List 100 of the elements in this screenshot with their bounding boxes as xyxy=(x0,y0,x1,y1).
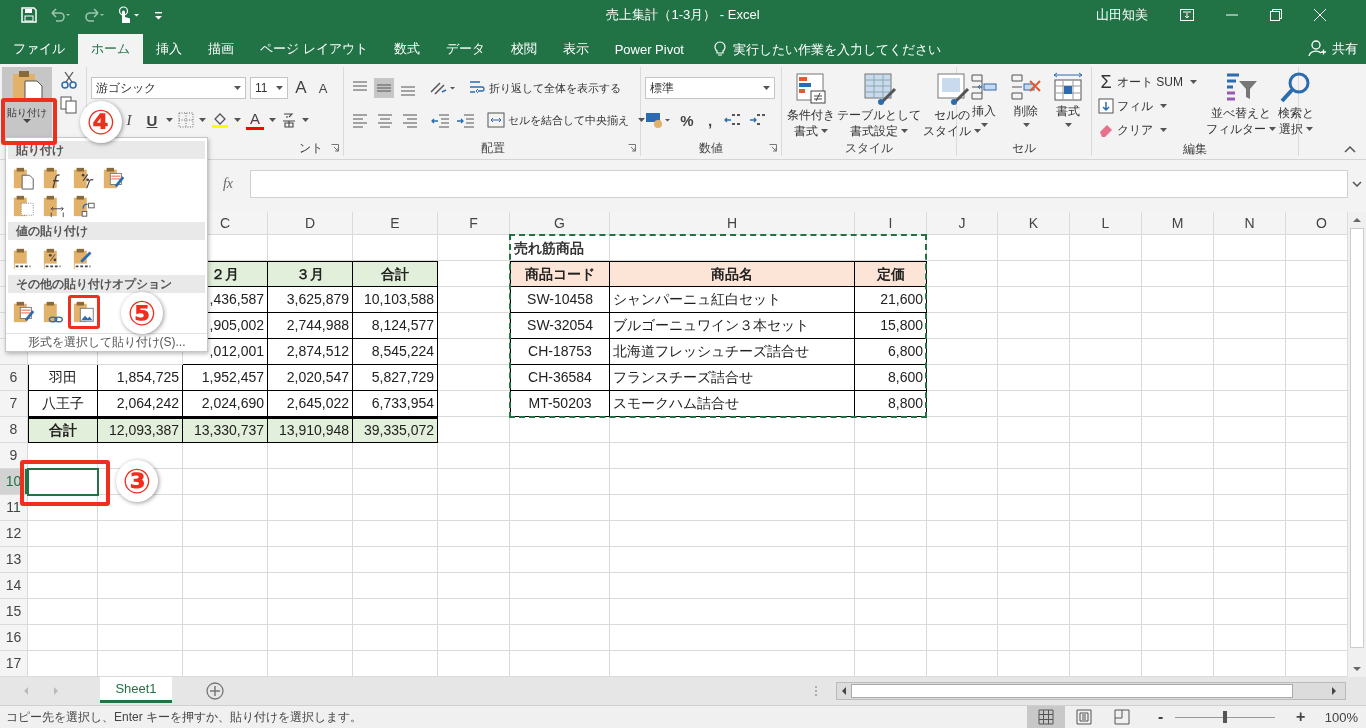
ribbon-tab[interactable]: ファイル xyxy=(0,34,78,64)
fill-color-icon[interactable] xyxy=(211,111,229,129)
cells-button[interactable]: 書式 xyxy=(1050,67,1086,127)
grow-font-button[interactable]: A xyxy=(292,78,310,98)
dialog-launcher-icon[interactable] xyxy=(331,144,339,152)
paste-option-button[interactable] xyxy=(12,193,36,219)
row-header[interactable]: 12 xyxy=(0,521,27,546)
column-header[interactable]: J xyxy=(927,212,997,234)
style-button[interactable]: テーブルとして 書式設定 xyxy=(837,67,921,139)
redo-icon[interactable] xyxy=(83,7,105,23)
column-header[interactable]: F xyxy=(438,212,509,234)
merge-center-button[interactable]: セルを結合して中央揃え xyxy=(487,111,645,129)
cells-button[interactable]: 削除 xyxy=(1008,67,1044,127)
wrap-text-button[interactable]: 折り返して全体を表示する xyxy=(468,79,621,97)
scissors-icon[interactable] xyxy=(60,71,78,89)
column-header[interactable]: H xyxy=(610,212,854,234)
ribbon-tab[interactable]: ページ レイアウト xyxy=(247,34,381,64)
ribbon-tab[interactable]: 描画 xyxy=(195,34,247,64)
formula-field[interactable] xyxy=(250,170,1348,198)
copy-icon[interactable] xyxy=(60,96,78,114)
italic-button[interactable]: I xyxy=(120,111,138,129)
ribbon-tab[interactable]: データ xyxy=(432,34,498,64)
editing-button[interactable]: 検索と 選択 xyxy=(1278,67,1314,137)
column-header[interactable]: N xyxy=(1214,212,1285,234)
row-header[interactable]: 14 xyxy=(0,573,27,598)
zoom-level[interactable]: 100% xyxy=(1324,709,1358,725)
paste-option-button[interactable] xyxy=(42,299,66,325)
column-header[interactable]: D xyxy=(268,212,352,234)
paste-option-button[interactable] xyxy=(72,165,96,191)
column-header[interactable]: L xyxy=(1070,212,1141,234)
row-header[interactable]: 11 xyxy=(0,495,27,520)
row-header[interactable]: 6 xyxy=(0,365,27,390)
scroll-thumb[interactable] xyxy=(1350,228,1364,648)
fill-button[interactable]: フィル xyxy=(1098,95,1197,117)
zoom-in-button[interactable]: + xyxy=(1292,708,1309,726)
percent-button[interactable]: % xyxy=(678,111,696,129)
row-header[interactable]: 17 xyxy=(0,651,27,676)
shrink-font-button[interactable]: A xyxy=(314,80,332,96)
ribbon-tab[interactable]: 表示 xyxy=(549,34,602,64)
ribbon-tab[interactable]: 挿入 xyxy=(143,34,195,64)
ribbon-tab[interactable]: 校閲 xyxy=(497,34,550,64)
dialog-launcher-icon[interactable] xyxy=(769,144,777,152)
tell-me-field[interactable]: 実行したい作業を入力してください xyxy=(733,34,993,64)
currency-icon[interactable] xyxy=(645,110,673,130)
horizontal-scrollbar[interactable] xyxy=(836,682,1346,700)
column-header[interactable]: O xyxy=(1286,212,1347,234)
caret-icon[interactable] xyxy=(302,118,309,122)
column-header[interactable]: I xyxy=(855,212,926,234)
row-header[interactable]: 8 xyxy=(0,417,27,442)
paste-special-link[interactable]: 形式を選択して貼り付け(S)... xyxy=(6,333,207,351)
insert-function-button[interactable]: fx xyxy=(210,170,246,198)
zoom-thumb[interactable] xyxy=(1222,711,1227,723)
expand-icon[interactable] xyxy=(1352,181,1362,187)
row-header[interactable]: 7 xyxy=(0,391,27,416)
underline-button[interactable]: U xyxy=(143,111,161,129)
person-add-icon[interactable] xyxy=(1308,39,1326,57)
paste-option-button[interactable] xyxy=(72,193,96,219)
share-button[interactable]: 共有 xyxy=(1326,34,1366,64)
scroll-thumb[interactable] xyxy=(851,684,1293,698)
ribbon-display-icon[interactable] xyxy=(1180,9,1194,21)
add-sheet-icon[interactable] xyxy=(206,682,224,700)
paste-option-button[interactable] xyxy=(42,193,66,219)
column-header[interactable]: G xyxy=(510,212,609,234)
ribbon-tab[interactable]: ホーム xyxy=(78,34,143,64)
number-format-field[interactable]: 標準 xyxy=(645,77,775,99)
row-header[interactable]: 9 xyxy=(0,443,27,468)
font-color-button[interactable]: A xyxy=(246,110,264,130)
close-icon[interactable] xyxy=(1314,9,1326,21)
save-icon[interactable] xyxy=(21,7,37,23)
restore-icon[interactable] xyxy=(1270,9,1282,21)
row-header[interactable]: 16 xyxy=(0,625,27,650)
ribbon-tab[interactable]: 数式 xyxy=(380,34,433,64)
touch-mode-icon[interactable] xyxy=(117,6,141,24)
paste-option-button[interactable] xyxy=(12,165,36,191)
caret-icon[interactable] xyxy=(199,118,206,122)
sheet-tab[interactable]: Sheet1 xyxy=(100,677,172,703)
editing-button[interactable]: 並べ替えと フィルター xyxy=(1206,67,1276,137)
font-name-field[interactable]: 游ゴシック xyxy=(91,77,246,99)
column-header[interactable]: K xyxy=(998,212,1069,234)
user-name[interactable]: 山田知美 xyxy=(1096,6,1148,24)
row-header[interactable]: 15 xyxy=(0,599,27,624)
dialog-launcher-icon[interactable] xyxy=(628,144,636,152)
clear-button[interactable]: クリア xyxy=(1098,119,1197,141)
caret-icon[interactable] xyxy=(234,118,241,122)
normal-view-button[interactable] xyxy=(1026,706,1065,728)
font-size-field[interactable]: 11 xyxy=(250,77,288,99)
ribbon-tab[interactable]: Power Pivot xyxy=(601,34,697,64)
row-header[interactable]: 13 xyxy=(0,547,27,572)
splitter-handle-icon[interactable] xyxy=(814,685,818,697)
column-header[interactable]: M xyxy=(1142,212,1213,234)
comma-button[interactable]: , xyxy=(701,111,719,129)
paste-option-button[interactable] xyxy=(12,299,36,325)
style-button[interactable]: 条件付き 書式 xyxy=(787,67,835,139)
phonetic-icon[interactable] xyxy=(281,112,297,128)
paste-option-button[interactable] xyxy=(68,295,100,329)
column-header[interactable]: E xyxy=(353,212,437,234)
undo-icon[interactable] xyxy=(49,7,71,23)
collapse-ribbon-icon[interactable] xyxy=(1344,145,1356,153)
caret-icon[interactable] xyxy=(166,118,173,122)
paste-option-button[interactable] xyxy=(102,165,126,191)
